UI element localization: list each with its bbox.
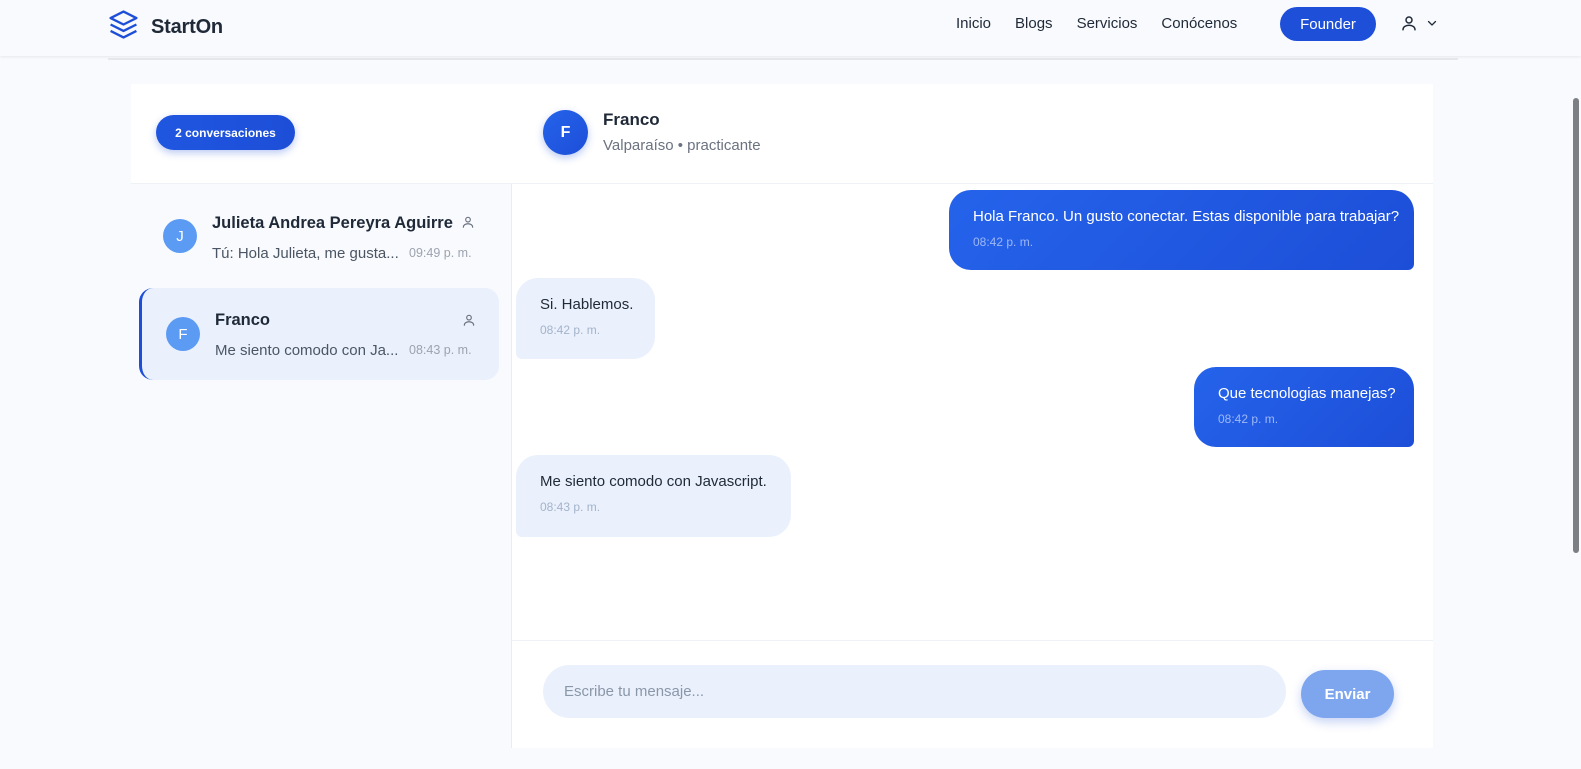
layers-icon (108, 9, 139, 45)
nav-link-inicio[interactable]: Inicio (956, 15, 991, 33)
top-navbar: StartOn Inicio Blogs Servicios Conócenos… (0, 0, 1581, 56)
main-nav: Inicio Blogs Servicios Conócenos (956, 15, 1261, 33)
avatar: J (163, 219, 197, 253)
brand-logo[interactable]: StartOn (108, 9, 223, 45)
sidebar-header: 2 conversaciones (131, 84, 512, 184)
user-menu[interactable] (1400, 14, 1438, 32)
message-text: Me siento comodo con Javascript. (540, 473, 767, 490)
conversation-time: 09:49 p. m. (409, 246, 472, 260)
person-icon (461, 215, 475, 234)
conversation-name: Julieta Andrea Pereyra Aguirre (212, 214, 453, 232)
chevron-down-icon (1426, 17, 1438, 29)
conversation-preview: Me siento comodo con Ja... (215, 342, 399, 359)
nav-link-servicios[interactable]: Servicios (1077, 15, 1138, 33)
chat-avatar: F (543, 110, 588, 155)
chat-contact-subtitle: Valparaíso • practicante (603, 137, 761, 154)
message-time: 08:43 p. m. (540, 500, 601, 514)
message-time: 08:42 p. m. (1218, 412, 1279, 426)
brand-name: StartOn (151, 15, 223, 38)
conversation-time: 08:43 p. m. (409, 343, 472, 357)
user-icon (1400, 14, 1418, 32)
message-text: Si. Hablemos. (540, 296, 634, 313)
avatar: F (166, 317, 200, 351)
header-divider (108, 58, 1458, 60)
message-input[interactable] (543, 665, 1286, 718)
messages-card: 2 conversaciones J Julieta Andrea Pereyr… (131, 84, 1433, 748)
conversation-sidebar: 2 conversaciones J Julieta Andrea Pereyr… (131, 84, 512, 748)
page-scrollbar[interactable] (1573, 98, 1579, 553)
nav-link-conocenos[interactable]: Conócenos (1161, 15, 1237, 33)
message-bubble-out: Hola Franco. Un gusto conectar. Estas di… (949, 190, 1414, 270)
chat-contact-name: Franco (603, 110, 660, 129)
conversation-item-julieta[interactable]: J Julieta Andrea Pereyra Aguirre Tú: Hol… (141, 191, 502, 283)
message-text: Que tecnologias manejas? (1218, 385, 1396, 402)
nav-link-blogs[interactable]: Blogs (1015, 15, 1053, 33)
message-time: 08:42 p. m. (540, 323, 601, 337)
chat-header: F Franco Valparaíso • practicante (512, 84, 1433, 184)
send-button[interactable]: Enviar (1301, 670, 1394, 718)
conversation-preview: Tú: Hola Julieta, me gusta... (212, 245, 399, 262)
conversation-name: Franco (215, 311, 271, 329)
conversation-item-franco[interactable]: F Franco Me siento comodo con Ja... 08:4… (139, 288, 499, 380)
message-bubble-in: Me siento comodo con Javascript. 08:43 p… (516, 455, 791, 537)
founder-button[interactable]: Founder (1280, 7, 1376, 41)
message-text: Hola Franco. Un gusto conectar. Estas di… (973, 208, 1400, 225)
message-composer: Enviar (512, 640, 1433, 748)
message-bubble-out: Que tecnologias manejas? 08:42 p. m. (1194, 367, 1414, 447)
message-bubble-in: Si. Hablemos. 08:42 p. m. (516, 278, 655, 359)
conversation-count-badge: 2 conversaciones (156, 115, 295, 150)
message-time: 08:42 p. m. (973, 235, 1034, 249)
person-icon (462, 313, 476, 332)
